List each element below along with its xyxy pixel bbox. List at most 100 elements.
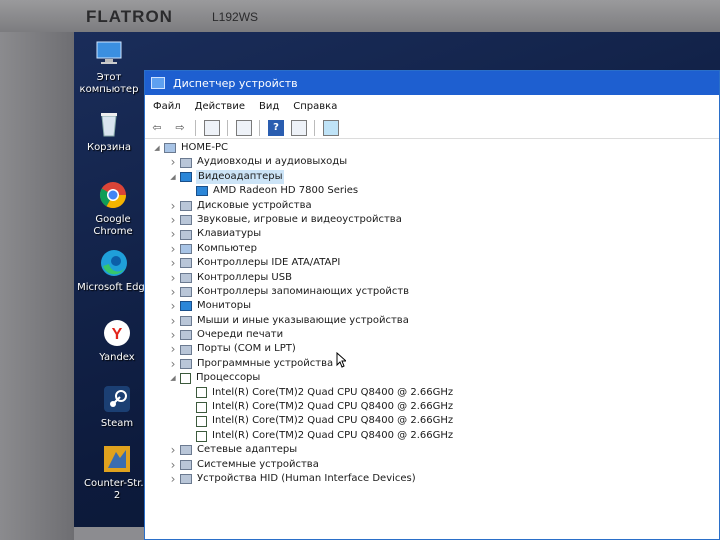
chevron-right-icon[interactable]: › (168, 242, 178, 256)
display-adapter-icon (180, 171, 192, 182)
window-title: Диспетчер устройств (173, 76, 298, 90)
tree-category-node[interactable]: › Клавиатуры (152, 227, 712, 241)
tree-category-node[interactable]: › Программные устройства (152, 357, 712, 371)
help-icon[interactable]: ? (268, 119, 284, 136)
mouse-icon (180, 315, 192, 326)
device-manager-icon (151, 77, 165, 89)
processor-icon (196, 387, 207, 399)
mouse-pointer-icon (336, 351, 348, 368)
chevron-right-icon[interactable]: › (168, 285, 178, 299)
desktop-icon-label: Корзина (86, 142, 132, 153)
chevron-right-icon[interactable]: › (168, 256, 178, 270)
tree-node-label: Системные устройства (197, 458, 319, 470)
menu-action[interactable]: Действие (195, 101, 245, 112)
menu-file[interactable]: Файл (153, 101, 181, 112)
tree-node-label: Процессоры (196, 372, 261, 384)
scan-hardware-icon[interactable] (323, 119, 339, 136)
chevron-right-icon[interactable]: › (168, 342, 178, 356)
tree-node-label: Дисковые устройства (197, 199, 312, 211)
chevron-right-icon[interactable]: › (168, 357, 178, 371)
chevron-right-icon[interactable]: › (168, 199, 178, 213)
desktop-icon-edge[interactable]: Microsoft Edge (76, 248, 152, 294)
computer-root-icon (164, 143, 176, 154)
tree-category-node[interactable]: › Сетевые адаптеры (152, 443, 712, 457)
title-bar[interactable]: Диспетчер устройств (145, 71, 719, 95)
tree-device-node[interactable]: Intel(R) Core(TM)2 Quad CPU Q8400 @ 2.66… (152, 429, 712, 443)
tree-node-label: Intel(R) Core(TM)2 Quad CPU Q8400 @ 2.66… (212, 415, 454, 427)
tree-category-node[interactable]: › Контроллеры IDE ATA/ATAPI (152, 256, 712, 270)
tree-category-node[interactable]: › Контроллеры USB (152, 271, 712, 285)
forward-arrow-icon[interactable]: ⇨ (172, 120, 188, 136)
steam-icon (102, 384, 132, 414)
tree-category-node[interactable]: › Системные устройства (152, 458, 712, 472)
tree-category-node[interactable]: › Звуковые, игровые и видеоустройства (152, 213, 712, 227)
toolbar-separator (227, 119, 228, 136)
chevron-right-icon[interactable]: › (168, 314, 178, 328)
tree-node-label: Контроллеры IDE ATA/ATAPI (197, 257, 341, 269)
properties-icon[interactable] (236, 119, 252, 136)
network-icon (180, 445, 192, 456)
tree-node-label: Мониторы (197, 300, 251, 312)
tree-category-node[interactable]: ◢ Видеоадаптеры (152, 169, 712, 185)
tree-category-node[interactable]: › Аудиовходы и аудиовыходы (152, 155, 712, 169)
chevron-down-icon[interactable]: ◢ (168, 170, 178, 184)
desktop-icon-this-pc[interactable]: Этот компьютер (74, 38, 147, 96)
update-driver-icon[interactable] (291, 119, 307, 136)
chevron-right-icon[interactable]: › (168, 227, 178, 241)
tree-node-label: Intel(R) Core(TM)2 Quad CPU Q8400 @ 2.66… (212, 429, 454, 441)
device-tree: ◢ HOME-PC › Аудиовходы и аудиовыходы ◢ Видеоа… (152, 141, 712, 486)
keyboard-icon (180, 229, 192, 240)
tree-category-node[interactable]: ◢ Процессоры (152, 371, 712, 385)
tree-category-node[interactable]: › Контроллеры запоминающих устройств (152, 285, 712, 299)
counter-strike-icon (102, 444, 132, 474)
avito-logo-icon (612, 501, 638, 527)
tree-node-label: Сетевые адаптеры (197, 444, 298, 456)
chevron-down-icon[interactable]: ◢ (152, 141, 162, 155)
recycle-bin-icon (94, 108, 124, 138)
chevron-right-icon[interactable]: › (168, 299, 178, 313)
menu-view[interactable]: Вид (259, 101, 279, 112)
toolbar: ⇦ ⇨ ? (145, 117, 719, 139)
tree-node-label: Контроллеры USB (197, 271, 292, 283)
tree-category-node[interactable]: › Устройства HID (Human Interface Devices… (152, 472, 712, 486)
tree-category-node[interactable]: › Мониторы (152, 299, 712, 313)
chevron-right-icon[interactable]: › (168, 443, 178, 457)
tree-root-node[interactable]: ◢ HOME-PC (152, 141, 712, 155)
disk-icon (180, 200, 192, 211)
chevron-right-icon[interactable]: › (168, 472, 178, 486)
toolbar-separator (259, 119, 260, 136)
hid-icon (180, 474, 192, 485)
chevron-right-icon[interactable]: › (168, 328, 178, 342)
tree-category-node[interactable]: › Компьютер (152, 242, 712, 256)
tree-category-node[interactable]: › Мыши и иные указывающие устройства (152, 314, 712, 328)
print-icon (180, 330, 192, 341)
chevron-right-icon[interactable]: › (168, 155, 178, 169)
chevron-right-icon[interactable]: › (168, 213, 178, 227)
software-icon (180, 359, 192, 370)
tree-device-node[interactable]: AMD Radeon HD 7800 Series (152, 184, 712, 198)
audio-icon (180, 157, 192, 168)
back-arrow-icon[interactable]: ⇦ (149, 120, 165, 136)
avito-watermark: Avito (612, 500, 701, 528)
tree-category-node[interactable]: › Очереди печати (152, 328, 712, 342)
menu-help[interactable]: Справка (293, 101, 337, 112)
tree-node-label: Контроллеры запоминающих устройств (197, 285, 410, 297)
cpu-icon (180, 372, 191, 384)
chevron-right-icon[interactable]: › (168, 271, 178, 285)
tree-device-node[interactable]: Intel(R) Core(TM)2 Quad CPU Q8400 @ 2.66… (152, 414, 712, 428)
tree-category-node[interactable]: › Порты (COM и LPT) (152, 342, 712, 356)
chevron-down-icon[interactable]: ◢ (168, 371, 178, 385)
chevron-right-icon[interactable]: › (168, 458, 178, 472)
tree-node-label: Программные устройства (197, 357, 334, 369)
tree-node-label: Intel(R) Core(TM)2 Quad CPU Q8400 @ 2.66… (212, 401, 454, 413)
desktop-icon-chrome[interactable]: Google Chrome (75, 180, 151, 238)
this-pc-icon (94, 38, 124, 68)
tree-category-node[interactable]: › Дисковые устройства (152, 199, 712, 213)
tree-device-node[interactable]: Intel(R) Core(TM)2 Quad CPU Q8400 @ 2.66… (152, 386, 712, 400)
tree-device-node[interactable]: Intel(R) Core(TM)2 Quad CPU Q8400 @ 2.66… (152, 400, 712, 414)
show-hide-console-tree-icon[interactable] (204, 119, 220, 136)
toolbar-separator (314, 119, 315, 136)
desktop-icon-recycle-bin[interactable]: Корзина (74, 108, 147, 154)
tree-node-label: Звуковые, игровые и видеоустройства (197, 213, 402, 225)
display-adapter-icon (196, 186, 208, 197)
